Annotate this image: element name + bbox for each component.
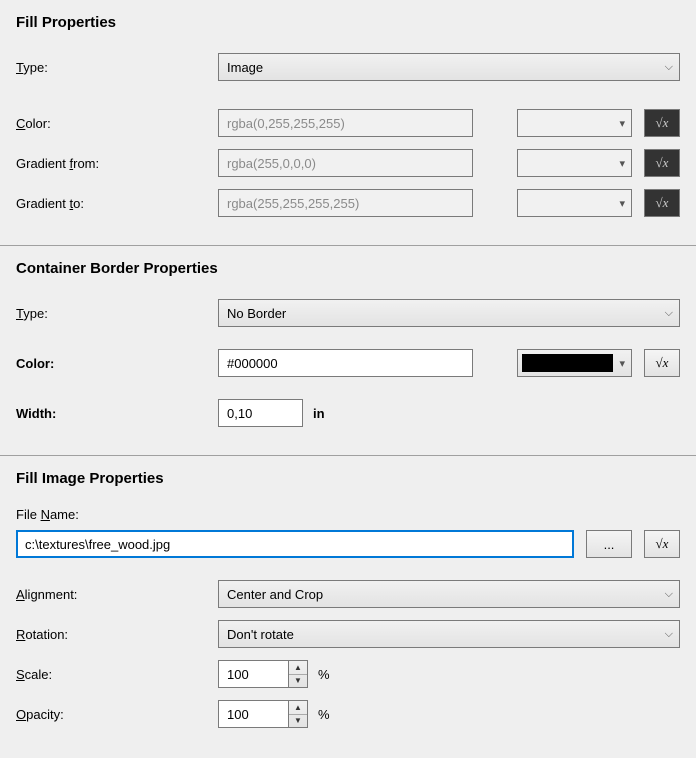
fill-gradto-input bbox=[218, 189, 473, 217]
section-border-properties: Container Border Properties Type: No Bor… bbox=[0, 245, 696, 455]
fill-color-fx-button: √x bbox=[644, 109, 680, 137]
image-scale-unit: % bbox=[318, 667, 330, 682]
image-filename-input[interactable] bbox=[16, 530, 574, 558]
chevron-down-icon: ⌵ bbox=[665, 61, 673, 74]
border-width-label: Width: bbox=[16, 406, 218, 421]
image-scale-label: Scale: bbox=[16, 667, 218, 682]
fill-gradfrom-picker: ▾ bbox=[517, 149, 632, 177]
caret-down-icon: ▾ bbox=[619, 357, 625, 370]
fill-gradto-picker: ▾ bbox=[517, 189, 632, 217]
spinner-down-icon[interactable]: ▼ bbox=[289, 674, 307, 688]
border-type-value: No Border bbox=[227, 306, 286, 321]
border-color-input[interactable] bbox=[218, 349, 473, 377]
image-rot-value: Don't rotate bbox=[227, 627, 294, 642]
fill-gradto-label: Gradient to: bbox=[16, 196, 218, 211]
image-rot-select[interactable]: Don't rotate ⌵ bbox=[218, 620, 680, 648]
fill-gradfrom-label: Gradient from: bbox=[16, 156, 218, 171]
caret-down-icon: ▾ bbox=[619, 157, 625, 170]
image-align-select[interactable]: Center and Crop ⌵ bbox=[218, 580, 680, 608]
spinner-down-icon[interactable]: ▼ bbox=[289, 714, 307, 728]
spinner-up-icon[interactable]: ▲ bbox=[289, 661, 307, 674]
image-align-label: Alignment: bbox=[16, 587, 218, 602]
fill-type-value: Image bbox=[227, 60, 263, 75]
fill-title: Fill Properties bbox=[16, 14, 680, 31]
image-filename-label: File Name: bbox=[16, 507, 680, 522]
image-opacity-input[interactable] bbox=[218, 700, 288, 728]
chevron-down-icon: ⌵ bbox=[665, 588, 673, 601]
image-filename-fx-button[interactable]: √x bbox=[644, 530, 680, 558]
image-opacity-spinner[interactable]: ▲ ▼ bbox=[218, 700, 308, 728]
border-width-input[interactable] bbox=[218, 399, 303, 427]
chevron-down-icon: ⌵ bbox=[665, 628, 673, 641]
fill-color-picker: ▾ bbox=[517, 109, 632, 137]
section-fill-properties: Fill Properties Type: Image ⌵ Color: ▾ √… bbox=[0, 0, 696, 245]
fill-color-label: Color: bbox=[16, 116, 218, 131]
spinner-up-icon[interactable]: ▲ bbox=[289, 701, 307, 714]
chevron-down-icon: ⌵ bbox=[665, 307, 673, 320]
image-rot-label: Rotation: bbox=[16, 627, 218, 642]
caret-down-icon: ▾ bbox=[619, 117, 625, 130]
image-title: Fill Image Properties bbox=[16, 470, 680, 487]
fill-type-select[interactable]: Image ⌵ bbox=[218, 53, 680, 81]
border-color-picker[interactable]: ▾ bbox=[517, 349, 632, 377]
browse-button[interactable]: ... bbox=[586, 530, 632, 558]
section-image-properties: Fill Image Properties File Name: ... √x … bbox=[0, 455, 696, 756]
border-color-fx-button[interactable]: √x bbox=[644, 349, 680, 377]
image-scale-input[interactable] bbox=[218, 660, 288, 688]
border-width-unit: in bbox=[313, 406, 325, 421]
caret-down-icon: ▾ bbox=[619, 197, 625, 210]
fill-gradto-fx-button: √x bbox=[644, 189, 680, 217]
border-title: Container Border Properties bbox=[16, 260, 680, 277]
image-align-value: Center and Crop bbox=[227, 587, 323, 602]
border-color-label: Color: bbox=[16, 356, 218, 371]
image-scale-spinner[interactable]: ▲ ▼ bbox=[218, 660, 308, 688]
image-opacity-label: Opacity: bbox=[16, 707, 218, 722]
fill-gradfrom-input bbox=[218, 149, 473, 177]
fill-gradfrom-fx-button: √x bbox=[644, 149, 680, 177]
fill-color-input bbox=[218, 109, 473, 137]
border-type-label: Type: bbox=[16, 306, 218, 321]
fill-type-label: Type: bbox=[16, 60, 218, 75]
image-opacity-unit: % bbox=[318, 707, 330, 722]
border-type-select[interactable]: No Border ⌵ bbox=[218, 299, 680, 327]
color-swatch-icon bbox=[522, 354, 613, 372]
